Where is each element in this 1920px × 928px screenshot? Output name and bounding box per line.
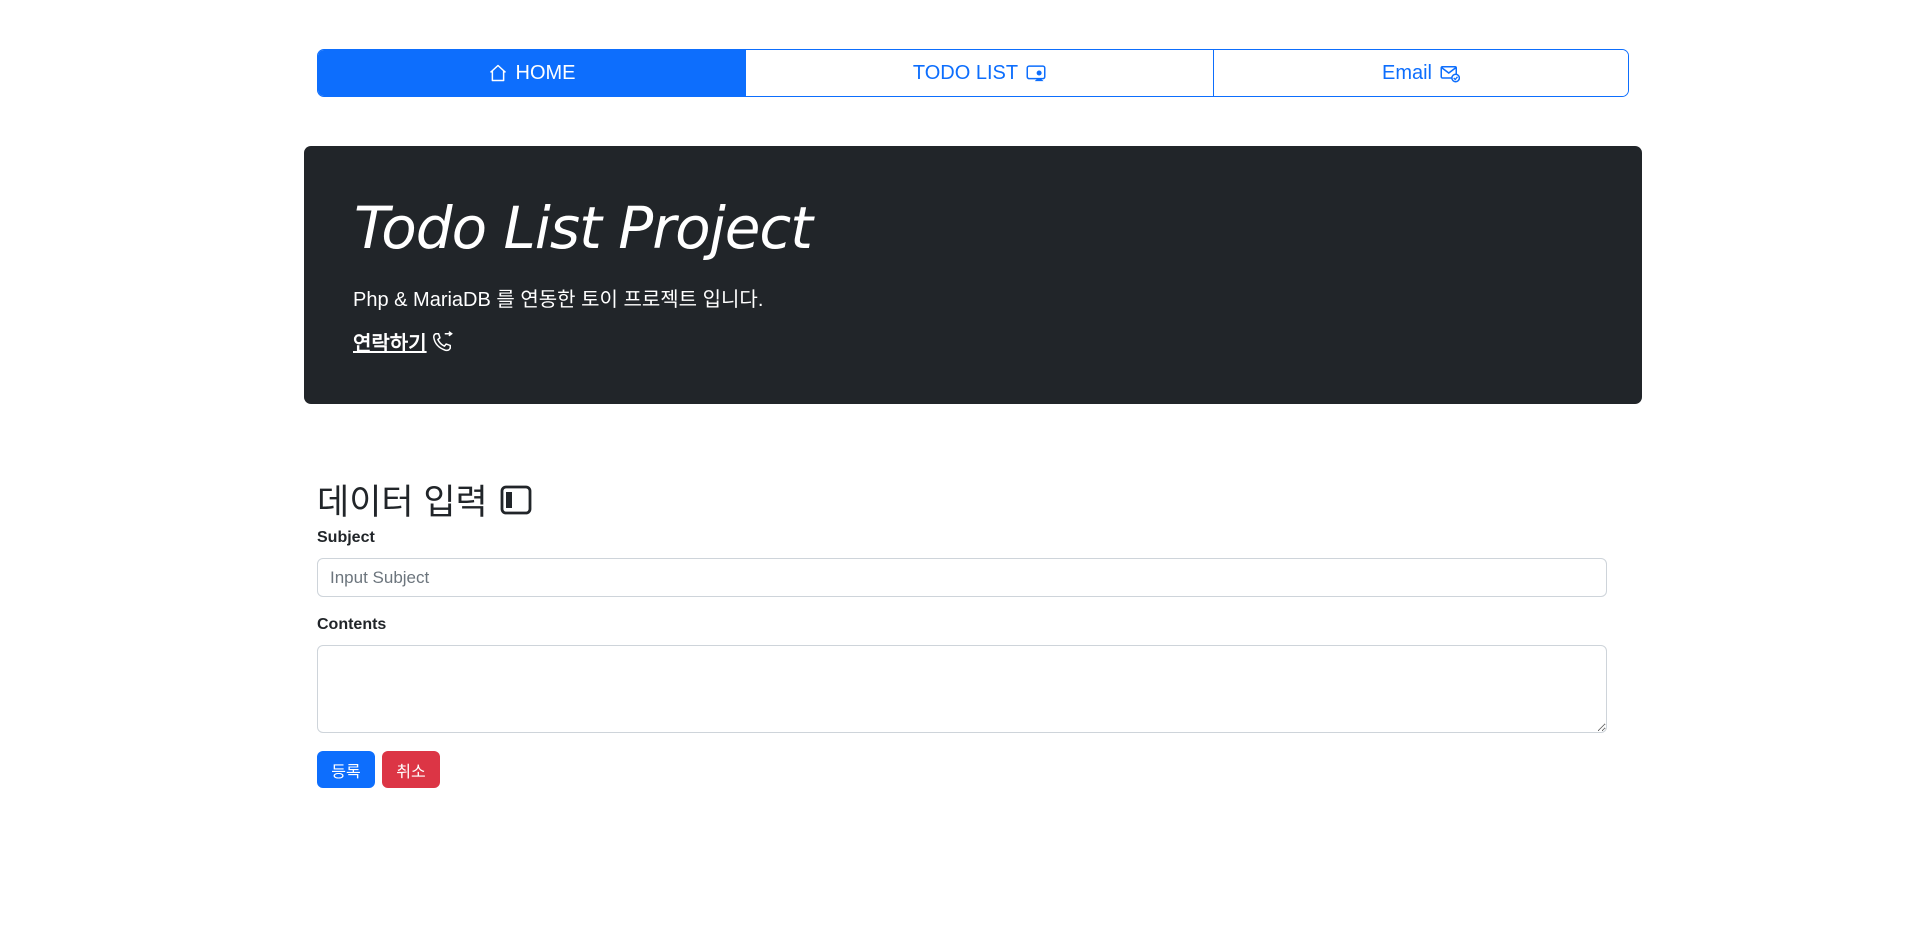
envelope-check-icon — [1440, 66, 1460, 83]
nav-todo-tab[interactable]: TODO LIST — [745, 50, 1213, 96]
subject-label: Subject — [317, 529, 375, 546]
page: HOME TODO LIST Email Todo List Project P… — [0, 0, 1920, 928]
cancel-button[interactable]: 취소 — [382, 751, 440, 788]
submit-button[interactable]: 등록 — [317, 751, 375, 788]
house-icon — [489, 64, 506, 82]
form-title: 데이터 입력 — [317, 474, 532, 525]
hero-description: Php & MariaDB 를 연동한 토이 프로젝트 입니다. — [353, 289, 764, 311]
hero-banner: Todo List Project Php & MariaDB 를 연동한 토이… — [304, 146, 1642, 404]
nav-email-tab[interactable]: Email — [1213, 50, 1628, 96]
contents-label: Contents — [317, 616, 387, 633]
contact-link-label: 연락하기 — [353, 333, 427, 355]
nav-todo-label: TODO LIST — [912, 61, 1019, 84]
main-nav: HOME TODO LIST Email — [317, 49, 1629, 97]
nav-home-tab[interactable]: HOME — [318, 50, 745, 96]
hero-title: Todo List Project — [354, 194, 813, 262]
nav-home-label: HOME — [515, 61, 576, 84]
contents-textarea[interactable] — [317, 645, 1607, 733]
person-video-icon — [1026, 65, 1046, 82]
nav-email-label: Email — [1381, 61, 1432, 84]
subject-input[interactable] — [317, 558, 1607, 597]
contact-link[interactable]: 연락하기 — [353, 327, 453, 356]
layout-sidebar-icon — [500, 485, 532, 514]
telephone-forward-icon — [432, 330, 453, 351]
form-title-text: 데이터 입력 — [317, 483, 488, 522]
